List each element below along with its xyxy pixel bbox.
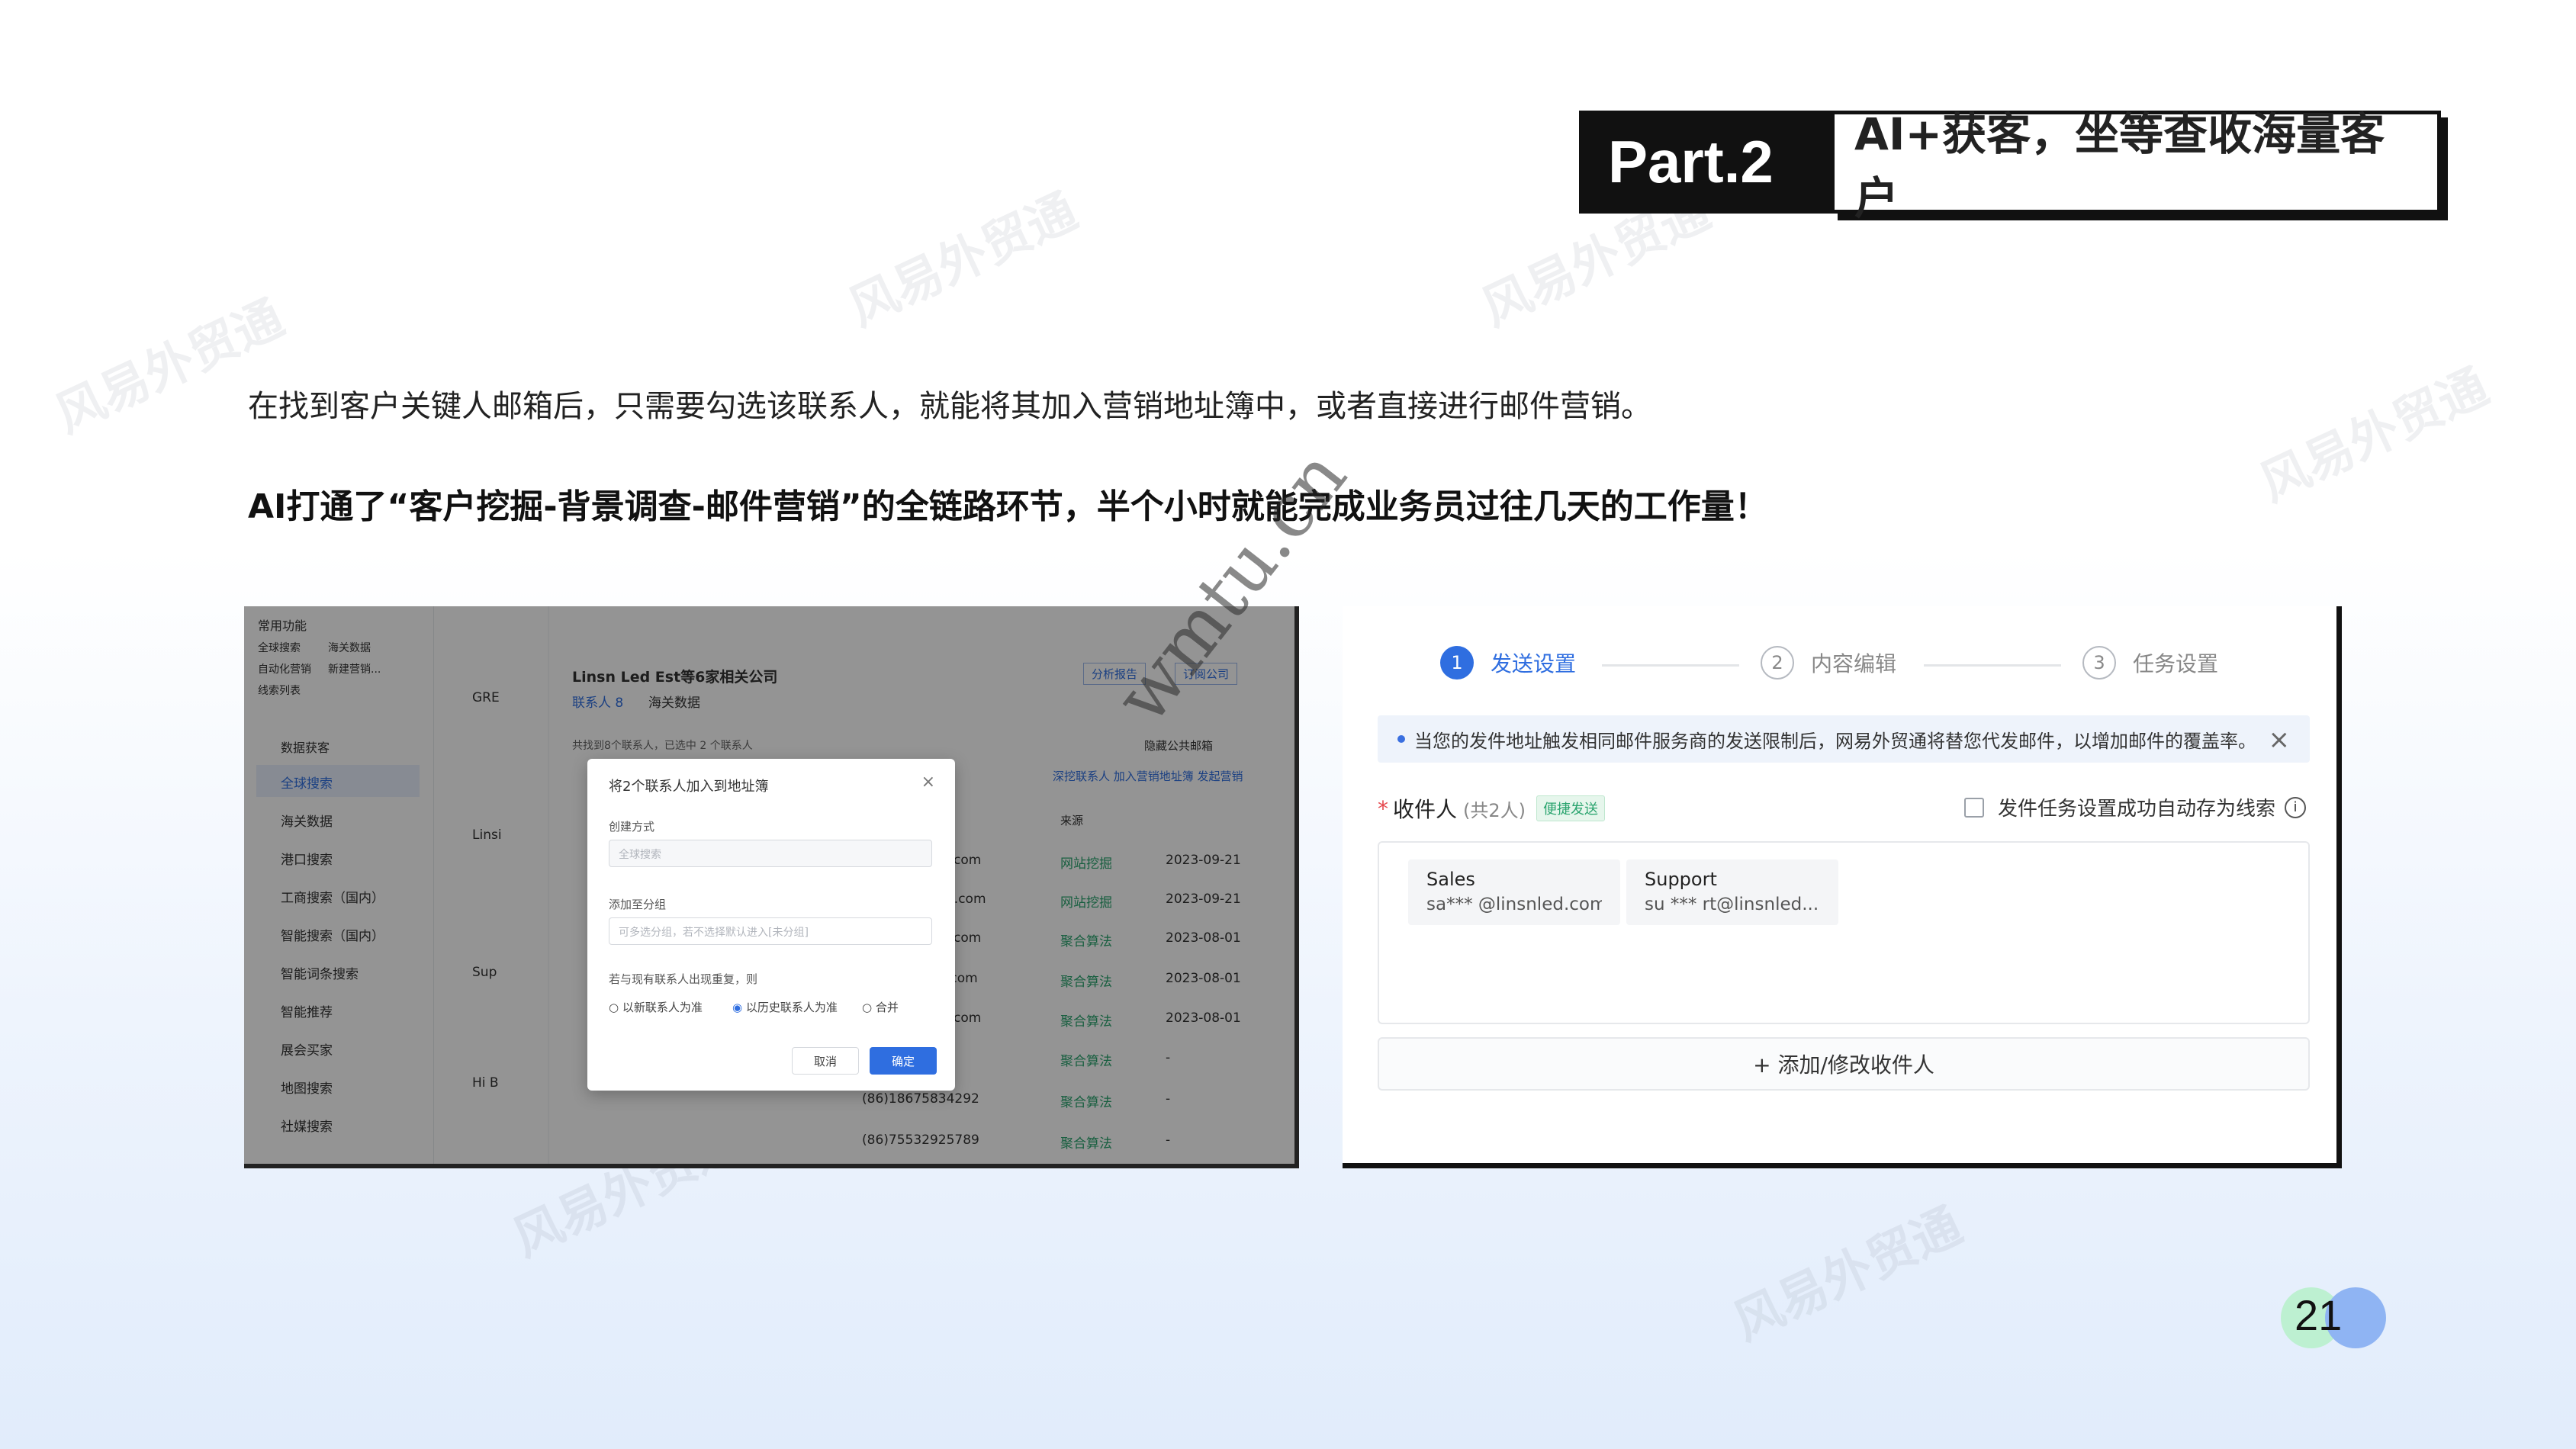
checkbox[interactable] — [1963, 797, 1984, 818]
send-settings-screenshot: 1 发送设置 2 内容编辑 3 任务设置 当您的发件地址触发相同邮件服务商的发送… — [1343, 606, 2342, 1168]
auto-save-option[interactable]: 发件任务设置成功自动存为线索 i — [1963, 793, 2306, 821]
quick-send-tag: 便捷发送 — [1536, 795, 1606, 821]
step-label: 内容编辑 — [1811, 651, 1897, 676]
recipient-box[interactable]: Sales sa*** @linsnled.com Support su ***… — [1378, 841, 2310, 1024]
highlight-text: AI打通了“客户挖掘-背景调查-邮件营销”的全链路环节，半个小时就能完成业务员过… — [248, 487, 1768, 526]
add-to-address-book-dialog: 将2个联系人加入到地址簿 × 创建方式 全球搜索 添加至分组 可多选分组，若不选… — [587, 759, 955, 1091]
radio-merge[interactable]: ○ 合并 — [862, 999, 899, 1015]
auto-save-label: 发件任务设置成功自动存为线索 — [1997, 798, 2275, 821]
step-task-settings[interactable]: 3 任务设置 — [2082, 646, 2218, 680]
step-number: 2 — [1761, 646, 1794, 680]
info-dot-icon — [1397, 735, 1405, 743]
section-title: AI+获客，坐等查收海量客户 — [1831, 108, 2441, 224]
recipient-chip[interactable]: Sales sa*** @linsnled.com — [1408, 859, 1620, 925]
section-badge: Part.2 AI+获客，坐等查收海量客户 — [1579, 108, 2441, 224]
radio-old-contact[interactable]: ◉ 以历史联系人为准 — [732, 999, 838, 1015]
step-divider — [1924, 664, 2061, 667]
recipient-label: * 收件人 (共2人) 便捷发送 — [1378, 793, 1606, 824]
close-icon[interactable]: × — [2269, 724, 2291, 755]
intro-text: 在找到客户关键人邮箱后，只需要勾选该联系人，就能将其加入营销地址簿中，或者直接进… — [248, 389, 1651, 424]
duplicate-label: 若与现有联系人出现重复，则 — [609, 972, 758, 986]
recipient-chip[interactable]: Support su *** rt@linsnled.... — [1626, 859, 1838, 925]
close-icon[interactable]: × — [921, 773, 935, 792]
step-divider — [1602, 664, 1739, 667]
add-recipient-button[interactable]: + 添加/修改收件人 — [1378, 1037, 2310, 1091]
notice-text: 当您的发件地址触发相同邮件服务商的发送限制后，网易外贸通将替您代发邮件，以增加邮… — [1414, 730, 2256, 752]
recipient-name: Sales — [1426, 869, 1475, 890]
create-method-select[interactable]: 全球搜索 — [609, 840, 932, 867]
radio-label: 以历史联系人为准 — [745, 1001, 838, 1014]
group-label: 添加至分组 — [609, 898, 667, 911]
required-icon: * — [1378, 795, 1388, 821]
watermark: 风易外贸通 — [1725, 1197, 1971, 1352]
info-icon[interactable]: i — [2285, 796, 2306, 818]
step-number: 1 — [1440, 646, 1474, 680]
recipient-count: (共2人) — [1463, 799, 1526, 821]
radio-new-contact[interactable]: ○ 以新联系人为准 — [609, 999, 703, 1015]
page-number-text: 21 — [2295, 1291, 2343, 1339]
radio-label: 合并 — [875, 1001, 899, 1014]
step-send-settings[interactable]: 1 发送设置 — [1440, 646, 1576, 680]
confirm-button[interactable]: 确定 — [870, 1047, 937, 1075]
recipient-email: su *** rt@linsnled.... — [1645, 895, 1820, 914]
recipient-title: 收件人 — [1393, 797, 1458, 822]
watermark: 风易外贸通 — [2251, 358, 2497, 513]
page-number: 21 — [2281, 1287, 2388, 1348]
radio-label: 以新联系人为准 — [622, 1001, 703, 1014]
step-number: 3 — [2082, 646, 2116, 680]
cancel-button[interactable]: 取消 — [792, 1047, 859, 1075]
recipient-email: sa*** @linsnled.com — [1426, 895, 1602, 914]
group-select[interactable]: 可多选分组，若不选择默认进入[未分组] — [609, 917, 932, 945]
step-content-edit[interactable]: 2 内容编辑 — [1761, 646, 1896, 680]
dialog-title: 将2个联系人加入到地址簿 — [609, 779, 769, 795]
info-notice: 当您的发件地址触发相同邮件服务商的发送限制后，网易外贸通将替您代发邮件，以增加邮… — [1378, 715, 2310, 763]
create-method-label: 创建方式 — [609, 820, 655, 834]
step-label: 任务设置 — [2133, 651, 2219, 676]
watermark: 风易外贸通 — [840, 183, 1086, 338]
recipient-name: Support — [1645, 869, 1717, 890]
part-label: Part.2 — [1579, 111, 1831, 214]
step-label: 发送设置 — [1491, 651, 1577, 676]
